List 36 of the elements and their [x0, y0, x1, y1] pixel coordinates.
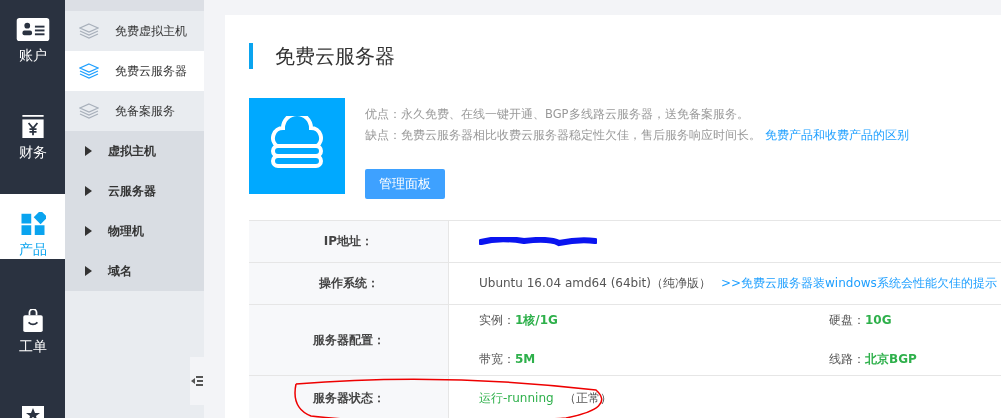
os-value: Ubuntu 16.04 amd64 (64bit)（纯净版）	[479, 275, 711, 292]
detail-label: 操作系统：	[249, 263, 449, 305]
id-card-icon	[15, 18, 50, 41]
submenu-category[interactable]: 虚拟主机	[65, 131, 204, 171]
layers-icon	[79, 63, 99, 79]
spec-text: 带宽：5M	[479, 351, 537, 368]
blocks-icon	[19, 212, 46, 235]
caret-icon	[85, 186, 92, 196]
nav-item[interactable]: 工单	[0, 291, 65, 356]
cons-text: 缺点：免费云服务器相比收费云服务器稳定性欠佳，售后服务响应时间长。	[365, 128, 761, 142]
submenu-item[interactable]: 免费云服务器	[65, 51, 204, 91]
detail-label: IP地址：	[249, 221, 449, 263]
cloud-server-icon	[249, 98, 345, 194]
nav-item[interactable]: 财务	[0, 97, 65, 162]
caret-icon	[85, 266, 92, 276]
spec-text: 线路：北京BGP	[829, 351, 918, 368]
status-value: 运行-running	[479, 389, 554, 407]
collapse-handle[interactable]	[190, 357, 204, 405]
submenu-category[interactable]: 云服务器	[65, 171, 204, 211]
detail-label: 服务器配置：	[249, 305, 449, 376]
status-note: （正常）	[563, 389, 612, 407]
pros-text: 优点：永久免费、在线一键开通、BGP多线路云服务器，送免备案服务。	[365, 106, 750, 123]
detail-label: 服务器状态：	[249, 376, 449, 418]
yen-icon	[20, 115, 45, 138]
caret-icon	[85, 146, 92, 156]
layers-icon	[79, 103, 99, 119]
page-title: 免费云服务器	[249, 43, 1001, 69]
bag-icon	[21, 309, 44, 332]
submenu-category[interactable]: 物理机	[65, 211, 204, 251]
layers-icon	[79, 23, 99, 39]
nav-item[interactable]: 账户	[0, 0, 65, 65]
caret-icon	[85, 226, 92, 236]
spec-text: 实例：1核/1G	[479, 312, 559, 329]
submenu-category[interactable]: 域名	[65, 251, 204, 291]
collapse-icon	[191, 376, 203, 386]
spec-text: 硬盘：10G	[829, 312, 893, 329]
